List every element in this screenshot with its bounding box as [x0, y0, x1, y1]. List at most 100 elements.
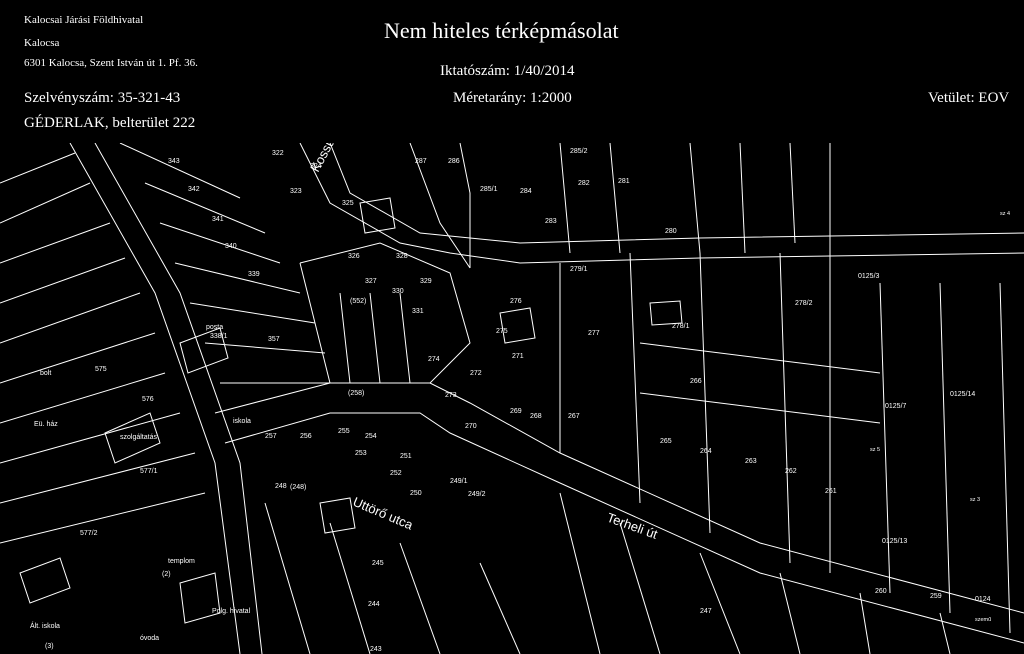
parcel-label: 253 — [355, 450, 367, 457]
parcel-label: 275 — [496, 328, 508, 335]
misc-label: (248) — [290, 484, 306, 491]
parcel-label: 257 — [265, 433, 277, 440]
parcel-label: 341 — [212, 216, 224, 223]
street-label-uttoro: Uttörő utca — [351, 494, 416, 533]
misc-label: sz 3 — [970, 497, 980, 503]
parcel-label: 261 — [825, 488, 837, 495]
parcel-label: 278/1 — [672, 323, 690, 330]
parcel-label: 322 — [272, 150, 284, 157]
parcel-label: 324 — [310, 163, 322, 170]
map-scale: Méretarány: 1:2000 — [453, 90, 572, 106]
parcel-label: 268 — [530, 413, 542, 420]
parcel-label: 0125/14 — [950, 391, 975, 398]
file-number: Iktatószám: 1/40/2014 — [440, 63, 575, 79]
building-label: bolt — [40, 370, 51, 377]
parcel-label: 254 — [365, 433, 377, 440]
parcel-label: 267 — [568, 413, 580, 420]
parcel-label: 284 — [520, 188, 532, 195]
parcel-label: 262 — [785, 468, 797, 475]
parcel-label: 244 — [368, 601, 380, 608]
parcel-label: 283 — [545, 218, 557, 225]
parcel-label: 270 — [465, 423, 477, 430]
parcel-label: 245 — [372, 560, 384, 567]
parcel-label: 247 — [700, 608, 712, 615]
parcel-label: 0124 — [975, 596, 991, 603]
parcel-label: 260 — [875, 588, 887, 595]
parcel-label: 286 — [448, 158, 460, 165]
building-label: Eü. ház — [34, 421, 58, 428]
parcel-label: 280 — [665, 228, 677, 235]
parcel-label: 250 — [410, 490, 422, 497]
parcel-label: 281 — [618, 178, 630, 185]
building-label: Polg. hivatal — [212, 608, 251, 615]
parcel-label: 342 — [188, 186, 200, 193]
parcel-label: 285/1 — [480, 186, 498, 193]
parcel-label: 326 — [348, 253, 360, 260]
parcel-label: 263 — [745, 458, 757, 465]
parcel-label: 266 — [690, 378, 702, 385]
parcel-label: 343 — [168, 158, 180, 165]
building-label: iskola — [233, 418, 251, 425]
parcel-label: 256 — [300, 433, 312, 440]
parcel-label: 577/2 — [80, 530, 98, 537]
building-label: szolgáltatás — [120, 434, 157, 441]
parcel-label: 265 — [660, 438, 672, 445]
parcel-label: 269 — [510, 408, 522, 415]
misc-label: (3) — [45, 643, 54, 650]
parcel-label: 252 — [390, 470, 402, 477]
parcel-label: 249/2 — [468, 491, 486, 498]
building-label: szemű — [975, 617, 991, 623]
building-label: templom — [168, 558, 195, 565]
misc-label: sz 5 — [870, 447, 880, 453]
parcel-label: 330 — [392, 288, 404, 295]
building-label: posta — [206, 324, 223, 331]
parcel-label: 243 — [370, 646, 382, 653]
parcel-label: 331 — [412, 308, 424, 315]
parcel-label: 575 — [95, 366, 107, 373]
street-label-terheli: Terheli út — [605, 510, 660, 542]
parcel-label: 272 — [470, 370, 482, 377]
parcel-label: 274 — [428, 356, 440, 363]
parcel-label: 285/2 — [570, 148, 588, 155]
parcel-label: 259 — [930, 593, 942, 600]
parcel-label: 327 — [365, 278, 377, 285]
parcel-label: 0125/7 — [885, 403, 907, 410]
map-title: Nem hiteles térképmásolat — [384, 18, 619, 43]
parcel-label: 339 — [248, 271, 260, 278]
parcel-label: 340 — [225, 243, 237, 250]
parcel-label: 338/1 — [210, 333, 228, 340]
misc-label: (258) — [348, 390, 364, 397]
parcel-label: 325 — [342, 200, 354, 207]
parcel-label: 255 — [338, 428, 350, 435]
parcel-label: 357 — [268, 336, 280, 343]
parcel-label: 279/1 — [570, 266, 588, 273]
parcel-label: 329 — [420, 278, 432, 285]
office-address: 6301 Kalocsa, Szent István út 1. Pf. 36. — [24, 57, 198, 69]
parcel-label: 277 — [588, 330, 600, 337]
cadastral-map: Uttörő utca Terheli út Kossuth utca 343 … — [0, 143, 1024, 654]
parcel-label: 287 — [415, 158, 427, 165]
misc-label: (2) — [162, 571, 171, 578]
office-name: Kalocsai Járási Földhivatal — [24, 14, 144, 26]
parcel-label: 282 — [578, 180, 590, 187]
building-label: óvoda — [140, 635, 159, 642]
parcel-label: 577/1 — [140, 468, 158, 475]
parcel-label: 264 — [700, 448, 712, 455]
parcel-label: 249/1 — [450, 478, 468, 485]
misc-label: sz 4 — [1000, 211, 1010, 217]
parcel-label: 323 — [290, 188, 302, 195]
parcel-label: 0125/13 — [882, 538, 907, 545]
parcel-label: 251 — [400, 453, 412, 460]
parcel-label: 0125/3 — [858, 273, 880, 280]
parcel-label: 278/2 — [795, 300, 813, 307]
building-label: Ált. iskola — [30, 621, 60, 630]
parcel-label: 248 — [275, 483, 287, 490]
locality: GÉDERLAK, belterület 222 — [24, 115, 196, 131]
projection: Vetület: EOV — [928, 90, 1010, 106]
parcel-label: 271 — [512, 353, 524, 360]
parcel-label: 328 — [396, 253, 408, 260]
office-city: Kalocsa — [24, 37, 60, 49]
misc-label: (552) — [350, 298, 366, 305]
sheet-number: Szelvényszám: 35-321-43 — [24, 90, 181, 106]
parcel-label: 576 — [142, 396, 154, 403]
